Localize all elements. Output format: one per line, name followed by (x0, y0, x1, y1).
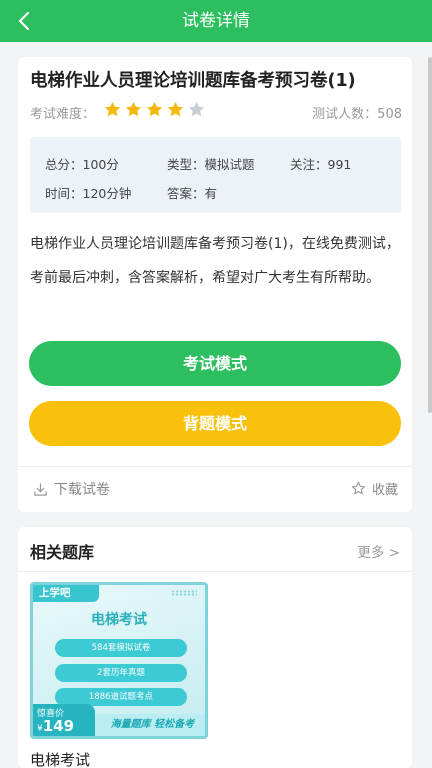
memorize-mode-button[interactable]: 背题模式 (29, 401, 401, 446)
exam-detail-card: 电梯作业人员理论培训题库备考预习卷(1) 考试难度： 测试人数：508 总分：1… (18, 57, 412, 512)
related-title: 相关题库 (30, 543, 95, 562)
page-title: 试卷详情 (182, 11, 250, 31)
price-tag: 惊喜价 ¥149 (33, 704, 95, 736)
brand-logo: 上学吧 (33, 585, 99, 602)
star-outline-icon (351, 481, 366, 495)
star-filled-icon (146, 101, 163, 117)
star-filled-icon (167, 101, 184, 117)
favorite-label: 收藏 (371, 483, 398, 498)
info-total-score: 总分：100分 (45, 157, 119, 172)
cover-title: 电梯考试 (91, 612, 147, 628)
favorite-button[interactable]: 收藏 (351, 479, 398, 498)
slogan-text: 海量题库 轻松备考 (110, 719, 195, 730)
star-filled-icon (104, 101, 121, 117)
more-link[interactable]: 更多 > (357, 541, 400, 561)
exam-mode-button[interactable]: 考试模式 (29, 341, 401, 386)
cover-pill: 2套历年真题 (55, 664, 187, 682)
app-header: 试卷详情 (0, 0, 432, 42)
price-amount: 149 (42, 717, 75, 735)
exam-description: 电梯作业人员理论培训题库备考预习卷(1)，在线免费测试，考前最后冲刺，含答案解析… (30, 236, 400, 286)
price-value: ¥149 (37, 717, 74, 735)
question-bank-name[interactable]: 电梯考试 (30, 749, 90, 768)
star-filled-icon (125, 101, 142, 117)
download-label: 下载试卷 (54, 482, 110, 498)
info-type: 类型：模拟试题 (167, 157, 255, 172)
divider (18, 571, 412, 572)
download-icon (34, 482, 47, 496)
decorative-dots (171, 590, 197, 596)
info-follow: 关注：991 (290, 157, 352, 172)
star-empty-icon (188, 101, 205, 117)
exam-title: 电梯作业人员理论培训题库备考预习卷(1) (30, 71, 356, 91)
info-time: 时间：120分钟 (45, 186, 132, 201)
download-exam-button[interactable]: 下载试卷 (33, 479, 110, 499)
cover-pill: 584套模拟试卷 (55, 639, 187, 657)
divider (18, 466, 412, 467)
cover-slogan: 海量题库 轻松备考 (91, 714, 205, 736)
difficulty-rating (104, 101, 205, 118)
scrollbar[interactable] (428, 57, 432, 413)
difficulty-label: 考试难度： (30, 107, 96, 122)
related-banks-card: 相关题库 更多 > 上学吧 电梯考试 584套模拟试卷 2套历年真题 1886道… (18, 527, 412, 768)
info-answer: 答案：有 (167, 186, 218, 201)
exam-info-box: 总分：100分 类型：模拟试题 关注：991 时间：120分钟 答案：有 (30, 137, 401, 213)
question-bank-cover[interactable]: 上学吧 电梯考试 584套模拟试卷 2套历年真题 1886道试题考点 海量题库 … (30, 582, 208, 739)
testers-count: 测试人数：508 (312, 107, 402, 122)
